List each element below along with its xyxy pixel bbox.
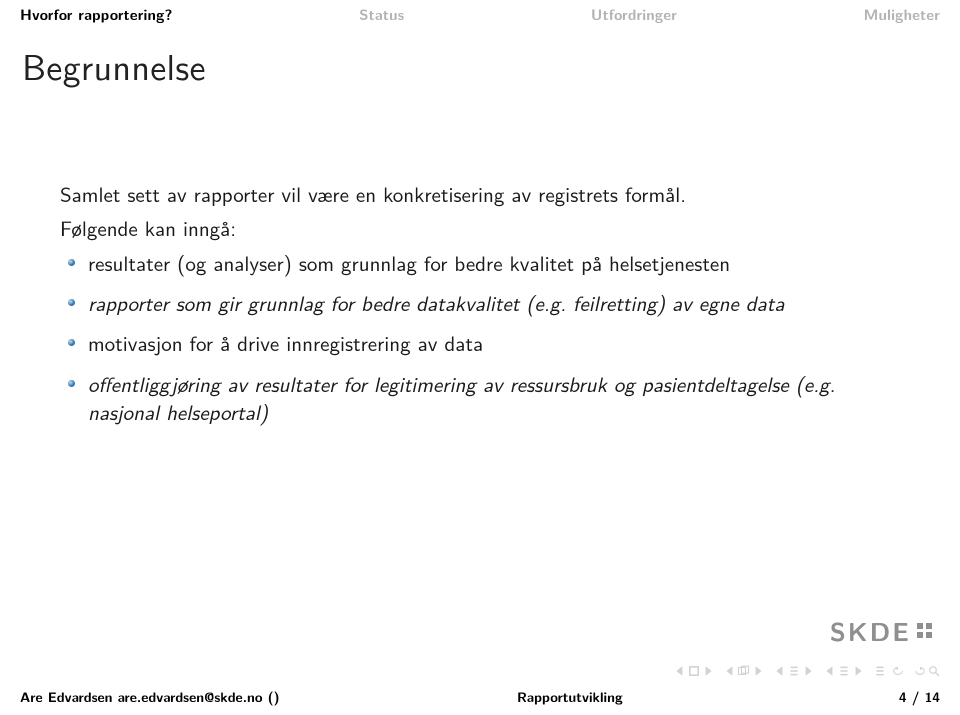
logo-text: SKDE	[830, 612, 911, 649]
nav-section-group[interactable]	[824, 665, 864, 677]
beamer-nav-symbols	[674, 665, 940, 677]
lines-icon	[838, 665, 850, 677]
nav-frame-group[interactable]	[724, 665, 764, 677]
triangle-left-icon	[774, 665, 786, 677]
bullet-text: rapporter som gir grunnlag for bedre dat…	[88, 288, 784, 318]
intro-line-2: Følgende kan inngå:	[60, 214, 900, 242]
triangle-left-icon	[824, 665, 836, 677]
nav-item-status[interactable]: Status	[359, 4, 404, 25]
bullet-item: resultater (og analyser) som grunnlag fo…	[60, 249, 900, 277]
intro-line-1: Samlet sett av rapporter vil være en kon…	[60, 180, 900, 208]
triangle-right-icon	[702, 665, 714, 677]
bullet-text: motivasjon for å drive innregistrering a…	[88, 328, 483, 358]
triangle-left-icon	[674, 665, 686, 677]
bullet-text: offentliggjøring av resultater for legit…	[88, 369, 835, 427]
nav-item-hvorfor[interactable]: Hvorfor rapportering?	[20, 4, 173, 25]
skde-logo: SKDE	[830, 612, 932, 649]
nav-subsection-group[interactable]	[774, 665, 814, 677]
nav-back-forward[interactable]	[874, 665, 904, 677]
bullet-list: resultater (og analyser) som grunnlag fo…	[60, 249, 900, 427]
bullet-item: motivasjon for å drive innregistrering a…	[60, 329, 900, 357]
section-nav: Hvorfor rapportering? Status Utfordringe…	[0, 0, 960, 25]
triangle-right-icon	[852, 665, 864, 677]
nav-item-utfordringer[interactable]: Utfordringer	[591, 4, 677, 25]
undo-icon	[892, 665, 904, 677]
slide: Hvorfor rapportering? Status Utfordringe…	[0, 0, 960, 715]
bullet-text: resultater (og analyser) som grunnlag fo…	[88, 248, 730, 278]
slide-title: Begrunnelse	[0, 25, 960, 120]
slide-body: Samlet sett av rapporter vil være en kon…	[0, 120, 960, 426]
footer-title: Rapportutvikling	[280, 687, 860, 707]
frames-icon	[738, 665, 750, 677]
nav-slide-group[interactable]	[674, 665, 714, 677]
footer-page: 4 / 14	[860, 687, 940, 707]
triangle-right-icon	[802, 665, 814, 677]
square-icon	[688, 665, 700, 677]
triangle-right-icon	[752, 665, 764, 677]
lines-icon	[788, 665, 800, 677]
nav-item-muligheter[interactable]: Muligheter	[864, 4, 940, 25]
logo-squares-icon	[917, 623, 932, 638]
nav-search-group[interactable]	[914, 665, 940, 677]
bullet-item: offentliggjøring av resultater for legit…	[60, 370, 900, 427]
lines-icon	[874, 665, 886, 677]
search-icon	[928, 665, 940, 677]
bullet-item: rapporter som gir grunnlag for bedre dat…	[60, 289, 900, 317]
triangle-left-icon	[724, 665, 736, 677]
footer-author: Are Edvardsen are.edvardsen@skde.no ()	[20, 687, 280, 707]
redo-icon	[914, 665, 926, 677]
footer: Are Edvardsen are.edvardsen@skde.no () R…	[0, 687, 960, 707]
